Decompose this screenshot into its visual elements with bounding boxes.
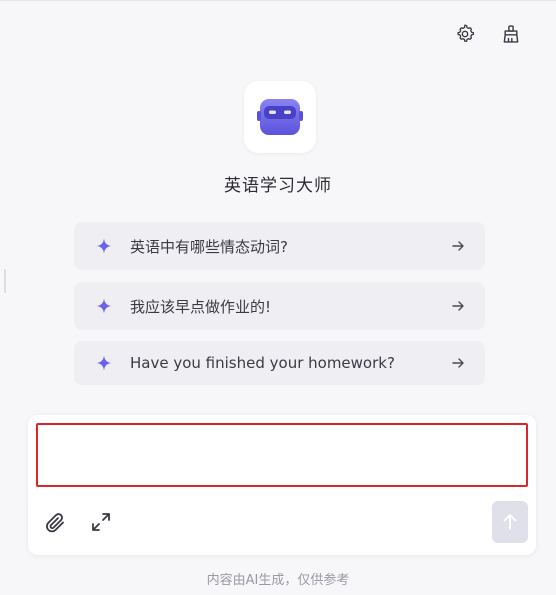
arrow-right-icon (452, 241, 464, 251)
paperclip-icon[interactable] (44, 511, 68, 535)
settings-button[interactable] (454, 23, 476, 45)
ai-disclaimer: 内容由AI生成，仅供参考 (206, 573, 350, 588)
message-composer (28, 415, 536, 555)
clear-chat-button[interactable] (500, 23, 522, 45)
message-input[interactable] (38, 425, 526, 485)
sparkle-icon (96, 298, 112, 314)
top-toolbar (454, 23, 522, 45)
broom-icon (503, 25, 519, 43)
suggestion-text: Have you finished your homework? (130, 354, 395, 372)
expand-icon[interactable] (90, 511, 112, 533)
gear-icon (457, 24, 475, 42)
bot-avatar (244, 81, 316, 153)
send-button[interactable] (492, 501, 528, 543)
arrow-right-icon (452, 358, 464, 368)
resize-handle[interactable] (4, 269, 6, 293)
arrow-up-icon (503, 514, 517, 530)
suggestion-item[interactable]: 英语中有哪些情态动词? (74, 222, 485, 270)
chat-page: 英语学习大师 英语中有哪些情态动词? 我应该早点做作业的! Have you f… (0, 0, 556, 595)
arrow-right-icon (452, 301, 464, 311)
suggestion-text: 英语中有哪些情态动词? (130, 237, 288, 256)
robot-icon (257, 99, 303, 135)
message-input-box[interactable] (36, 423, 528, 487)
suggestion-text: 我应该早点做作业的! (130, 297, 272, 316)
bot-name: 英语学习大师 (224, 176, 332, 196)
sparkle-icon (96, 355, 112, 371)
suggestion-item[interactable]: Have you finished your homework? (74, 341, 485, 385)
sparkle-icon (96, 238, 112, 254)
suggestion-item[interactable]: 我应该早点做作业的! (74, 282, 485, 330)
